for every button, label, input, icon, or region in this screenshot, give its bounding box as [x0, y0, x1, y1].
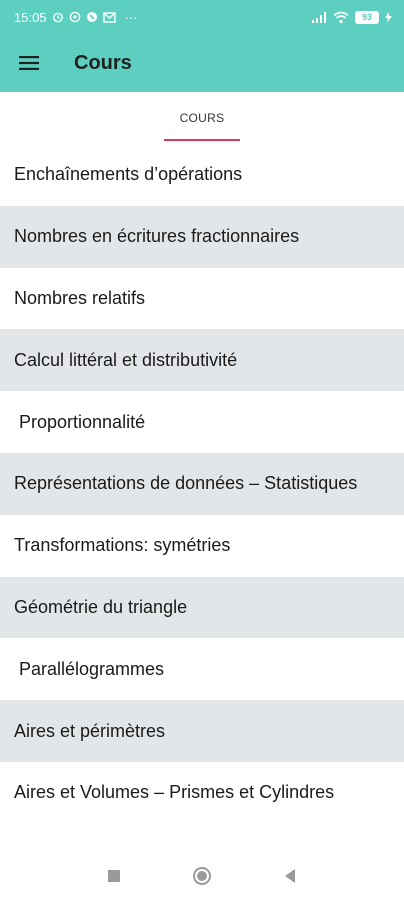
course-item[interactable]: Représentations de données – Statistique… — [0, 452, 404, 515]
course-item[interactable]: Géométrie du triangle — [0, 576, 404, 639]
course-item[interactable]: Nombres en écritures fractionnaires — [0, 205, 404, 268]
course-item[interactable]: Enchaînements d’opérations — [0, 144, 404, 206]
course-title: Calcul littéral et distributivité — [14, 349, 238, 370]
square-icon — [108, 870, 120, 882]
tab-cours[interactable]: COURS — [162, 92, 242, 144]
whatsapp-icon — [69, 11, 81, 23]
app-notification-icon — [86, 11, 98, 23]
course-item[interactable]: Parallélogrammes — [0, 638, 404, 700]
tab-cours-label: COURS — [179, 111, 225, 125]
course-title: Parallélogrammes — [14, 658, 165, 679]
wifi-icon — [333, 11, 349, 24]
triangle-back-icon — [285, 869, 295, 883]
course-title: Enchaînements d’opérations — [14, 164, 243, 185]
course-item[interactable]: Nombres relatifs — [0, 268, 404, 330]
course-title: Géométrie du triangle — [14, 596, 188, 617]
status-overflow-dots: ··· — [124, 9, 138, 25]
course-title: Proportionnalité — [14, 411, 146, 432]
nav-back-button[interactable] — [246, 852, 334, 900]
status-time: 15:05 — [14, 9, 47, 25]
course-title: Aires et Volumes – Prismes et Cylindres — [14, 782, 335, 803]
hamburger-menu-icon[interactable] — [0, 34, 58, 92]
gmail-icon — [102, 11, 116, 23]
course-item[interactable]: Calcul littéral et distributivité — [0, 329, 404, 392]
course-title: Représentations de données – Statistique… — [14, 473, 358, 494]
course-title: Nombres relatifs — [14, 287, 146, 308]
course-title: Transformations: symétries — [14, 535, 231, 556]
tab-bar: COURS — [0, 92, 404, 144]
course-title: Nombres en écritures fractionnaires — [14, 226, 300, 247]
tab-indicator — [164, 139, 240, 141]
nav-recents-button[interactable] — [70, 852, 158, 900]
nav-home-button[interactable] — [158, 852, 246, 900]
status-right: 93 — [311, 10, 392, 24]
signal-icon — [311, 11, 327, 23]
app-bar: Cours — [0, 34, 404, 92]
circle-icon — [193, 867, 211, 885]
course-item[interactable]: Transformations: symétries — [0, 515, 404, 577]
course-item[interactable]: Aires et Volumes – Prismes et Cylindres — [0, 762, 404, 824]
course-title: Aires et périmètres — [14, 720, 166, 741]
alarm-icon — [52, 11, 64, 23]
charging-icon — [385, 11, 392, 23]
course-item[interactable]: Proportionnalité — [0, 391, 404, 453]
course-item[interactable]: Aires et périmètres — [0, 700, 404, 762]
status-bar: 15:05 ··· 93 — [0, 0, 404, 34]
course-list: Enchaînements d’opérations Nombres en éc… — [0, 144, 404, 824]
battery-icon: 93 — [355, 10, 379, 24]
page-title: Cours — [74, 51, 132, 74]
status-left: 15:05 ··· — [14, 10, 138, 25]
system-nav-bar — [0, 852, 404, 900]
